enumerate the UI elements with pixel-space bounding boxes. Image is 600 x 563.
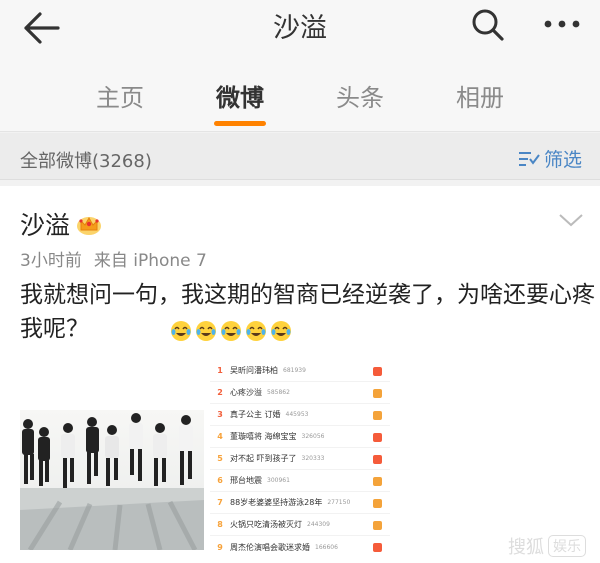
- laugh-cry-emoji-icon: [246, 321, 266, 341]
- filter-icon: [519, 151, 540, 166]
- top-bar: 沙溢: [0, 0, 600, 56]
- hot-num: 300961: [267, 477, 290, 484]
- tab-weibo[interactable]: 微博: [190, 78, 290, 126]
- chevron-down-icon[interactable]: [556, 210, 586, 230]
- hot-rank: 7: [217, 498, 223, 507]
- hot-num: 277150: [327, 499, 351, 506]
- crown-vip-icon: [77, 216, 102, 235]
- hot-name: 真子公主 订婚: [230, 410, 281, 419]
- post-count-label[interactable]: 全部微博(3268): [20, 147, 152, 173]
- search-icon[interactable]: [466, 4, 510, 48]
- hot-badge-icon: [373, 499, 382, 508]
- laugh-cry-emoji-icon: [271, 321, 291, 341]
- tab-album[interactable]: 相册: [430, 78, 530, 113]
- watermark-box: 娱乐: [548, 535, 586, 557]
- hot-badge-icon: [373, 521, 382, 530]
- post-meta: 3小时前 来自 iPhone 7: [20, 246, 207, 271]
- post-photo-hot-list[interactable]: 1 吴昕问潘玮柏 681939 2 心疼沙溢 585862 3 真子公主 订婚 …: [210, 358, 390, 552]
- hot-rank: 5: [217, 454, 223, 463]
- hot-badge-icon: [373, 433, 382, 442]
- active-tab-indicator: [214, 121, 266, 126]
- hot-badge-icon: [373, 477, 382, 486]
- list-item: 8 火锅只吃清汤被灭灯 244309: [210, 514, 390, 536]
- hot-num: 445953: [285, 411, 309, 418]
- hot-rank: 1: [217, 366, 223, 375]
- hot-badge-icon: [373, 543, 382, 552]
- tab-label: 相册: [456, 84, 504, 112]
- hot-name: 邢台地震: [230, 476, 262, 485]
- hot-name: 心疼沙溢: [230, 388, 262, 397]
- post-text: 我就想问一句，我这期的智商已经逆袭了，为啥还要心疼我呢？: [20, 282, 595, 342]
- hot-name: 董璇嘻将 海绵宝宝: [230, 432, 297, 441]
- hot-rank: 8: [217, 520, 223, 529]
- tab-headlines[interactable]: 头条: [310, 78, 410, 113]
- hot-num: 320333: [301, 455, 325, 462]
- profile-tabs: 主页 微博 头条 相册: [0, 56, 600, 132]
- filter-bar: 全部微博(3268) 筛选: [0, 133, 600, 180]
- tab-label: 头条: [336, 84, 384, 112]
- list-item: 4 董璇嘻将 海绵宝宝 326056: [210, 426, 390, 448]
- hot-badge-icon: [373, 455, 382, 464]
- hot-num: 244309: [307, 521, 330, 528]
- hot-num: 681939: [283, 367, 306, 374]
- watermark: 搜狐 娱乐: [508, 533, 586, 559]
- laugh-cry-emoji-icon: [196, 321, 216, 341]
- laugh-cry-emoji-icon: [171, 321, 191, 341]
- hot-name: 对不起 吓到孩子了: [230, 454, 297, 463]
- watermark-text: 搜狐: [508, 537, 544, 558]
- tab-home[interactable]: 主页: [70, 78, 170, 113]
- hot-badge-icon: [373, 367, 382, 376]
- hot-rank: 3: [217, 410, 223, 419]
- hot-name: 88岁老婆婆坚持游泳28年: [230, 498, 323, 507]
- list-item: 7 88岁老婆婆坚持游泳28年 277150: [210, 492, 390, 514]
- tab-label: 微博: [216, 84, 264, 112]
- page-title: 沙溢: [273, 13, 327, 44]
- hot-badge-icon: [373, 389, 382, 398]
- username[interactable]: 沙溢: [20, 206, 70, 242]
- more-dots-icon[interactable]: [538, 4, 586, 48]
- hot-name: 火锅只吃清汤被灭灯: [230, 520, 302, 529]
- list-item: 9 周杰伦演唱会歌迷求婚 166606: [210, 536, 390, 558]
- hot-rank: 2: [217, 388, 223, 397]
- hot-rank: 6: [217, 476, 223, 485]
- list-item: 5 对不起 吓到孩子了 320333: [210, 448, 390, 470]
- post-author[interactable]: 沙溢: [20, 206, 102, 242]
- post-source: 来自 iPhone 7: [93, 251, 207, 271]
- hot-num: 326056: [301, 433, 325, 440]
- hot-name: 周杰伦演唱会歌迷求婚: [230, 542, 310, 552]
- hot-num: 166606: [315, 543, 338, 551]
- emoji-group: [170, 320, 295, 342]
- list-item: 3 真子公主 订婚 445953: [210, 404, 390, 426]
- list-item: 1 吴昕问潘玮柏 681939: [210, 360, 390, 382]
- list-item: 2 心疼沙溢 585862: [210, 382, 390, 404]
- list-item: 6 邢台地震 300961: [210, 470, 390, 492]
- hot-rank: 4: [217, 432, 223, 441]
- hot-name: 吴昕问潘玮柏: [230, 366, 278, 375]
- post-time: 3小时前: [20, 251, 82, 271]
- tab-label: 主页: [96, 84, 144, 112]
- post-photo-group[interactable]: [20, 410, 204, 550]
- hot-num: 585862: [267, 389, 290, 396]
- hot-badge-icon: [373, 411, 382, 420]
- filter-label: 筛选: [544, 149, 583, 171]
- post-card: 沙溢 3小时前 来自 iPhone 7 我就想问一句，我这期的智商已经逆袭了，为啥…: [0, 186, 600, 563]
- laugh-cry-emoji-icon: [221, 321, 241, 341]
- hot-rank: 9: [217, 542, 223, 552]
- filter-button[interactable]: 筛选: [518, 145, 582, 172]
